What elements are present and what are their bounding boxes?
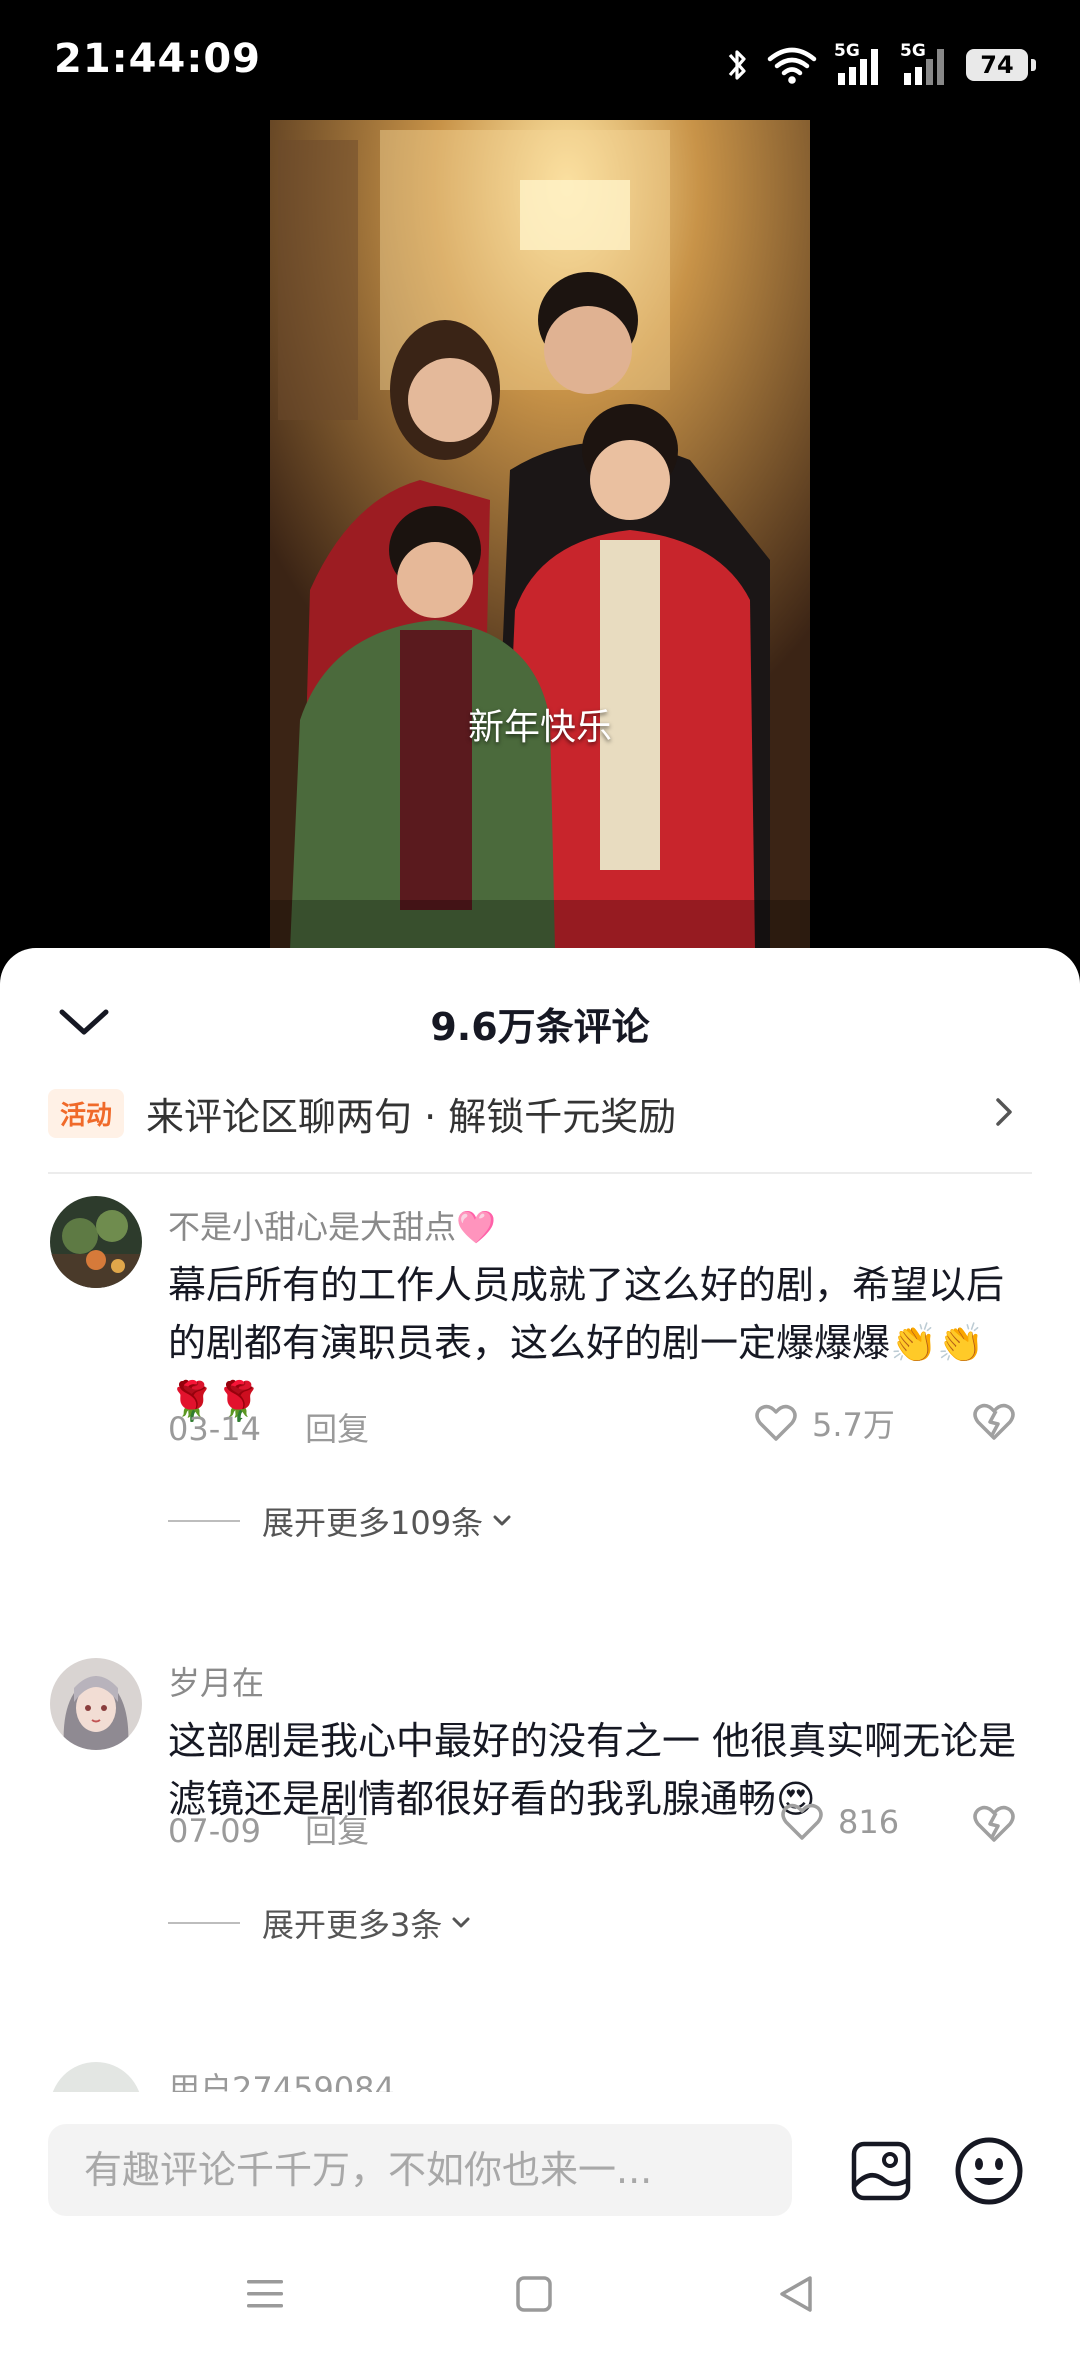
- comment-username[interactable]: 岁月在: [168, 1658, 264, 1704]
- comment-username[interactable]: 不是小甜心是大甜点🩷: [168, 1202, 496, 1248]
- video-frame: [270, 120, 810, 950]
- system-navigation-bar: [0, 2234, 1080, 2375]
- comment-date: 07-09: [168, 1812, 261, 1850]
- avatar[interactable]: [50, 2062, 142, 2092]
- expand-replies-button[interactable]: 展开更多3条: [168, 1900, 472, 1946]
- comments-header: 9.6万条评论: [0, 948, 1080, 1068]
- heart-icon: [781, 1803, 823, 1840]
- status-time: 21:44:09: [54, 36, 261, 82]
- chevron-down-icon: [493, 1515, 511, 1526]
- back-icon[interactable]: [776, 2274, 816, 2314]
- reply-button[interactable]: 回复: [305, 1812, 369, 1850]
- image-icon[interactable]: [850, 2140, 912, 2202]
- comment-input[interactable]: [48, 2124, 784, 2216]
- comment-item: 岁月在 这部剧是我心中最好的没有之一 他很真实啊无论是滤镜还是剧情都很好看的我乳…: [0, 1658, 1080, 1998]
- avatar[interactable]: [50, 1196, 142, 1288]
- comment-item-partial: 用户27459084: [0, 2052, 1080, 2092]
- promo-badge: 活动: [48, 1088, 125, 1138]
- home-icon[interactable]: [514, 2274, 554, 2314]
- chevron-down-icon: [452, 1917, 470, 1928]
- chevron-right-icon: [996, 1098, 1012, 1126]
- status-bar: 21:44:09 5G 5G 74: [0, 0, 1080, 120]
- bluetooth-icon: [728, 50, 746, 80]
- promo-text: 来评论区聊两句 · 解锁千元奖励: [146, 1094, 677, 1139]
- comments-title: 9.6万条评论: [430, 1005, 650, 1049]
- like-button[interactable]: 5.7万: [754, 1400, 895, 1446]
- video-player[interactable]: 新年快乐: [270, 120, 810, 950]
- promo-banner[interactable]: 活动 来评论区聊两句 · 解锁千元奖励: [48, 1078, 1032, 1148]
- reply-button[interactable]: 回复: [305, 1410, 369, 1448]
- expand-replies-label: 展开更多3条: [262, 1906, 443, 1944]
- comment-meta: 03-14 回复: [168, 1404, 369, 1450]
- signal-icon: 5G: [834, 41, 884, 87]
- like-count: 5.7万: [812, 1406, 895, 1444]
- comment-input-box[interactable]: [48, 2124, 792, 2216]
- comment-username[interactable]: 用户27459084: [168, 2064, 395, 2092]
- video-subtitle: 新年快乐: [467, 707, 612, 748]
- divider: [168, 1520, 240, 1522]
- comment-input-bar: [0, 2104, 1080, 2234]
- status-icons: 5G 5G 74: [724, 40, 1036, 90]
- divider: [168, 1922, 240, 1924]
- heart-icon: [755, 1404, 797, 1441]
- divider: [48, 1172, 1032, 1174]
- dislike-icon[interactable]: [972, 1402, 1016, 1442]
- wifi-icon: [767, 47, 817, 84]
- emoji-icon[interactable]: [954, 2136, 1024, 2206]
- avatar[interactable]: [50, 1658, 142, 1750]
- like-button[interactable]: 816: [780, 1802, 899, 1842]
- battery-icon: 74: [966, 49, 1036, 81]
- comments-sheet: 9.6万条评论 活动 来评论区聊两句 · 解锁千元奖励 不是小甜心是大甜点🩷 幕…: [0, 948, 1080, 2375]
- comment-meta: 07-09 回复: [168, 1806, 369, 1852]
- expand-replies-button[interactable]: 展开更多109条: [168, 1498, 513, 1544]
- comment-date: 03-14: [168, 1410, 261, 1448]
- dislike-icon[interactable]: [972, 1804, 1016, 1844]
- menu-icon[interactable]: [244, 2274, 286, 2314]
- expand-replies-label: 展开更多109条: [262, 1504, 484, 1542]
- signal-icon: 5G: [900, 41, 950, 87]
- comment-item: 不是小甜心是大甜点🩷 幕后所有的工作人员成就了这么好的剧，希望以后的剧都有演职员…: [0, 1196, 1080, 1576]
- like-count: 816: [838, 1803, 900, 1841]
